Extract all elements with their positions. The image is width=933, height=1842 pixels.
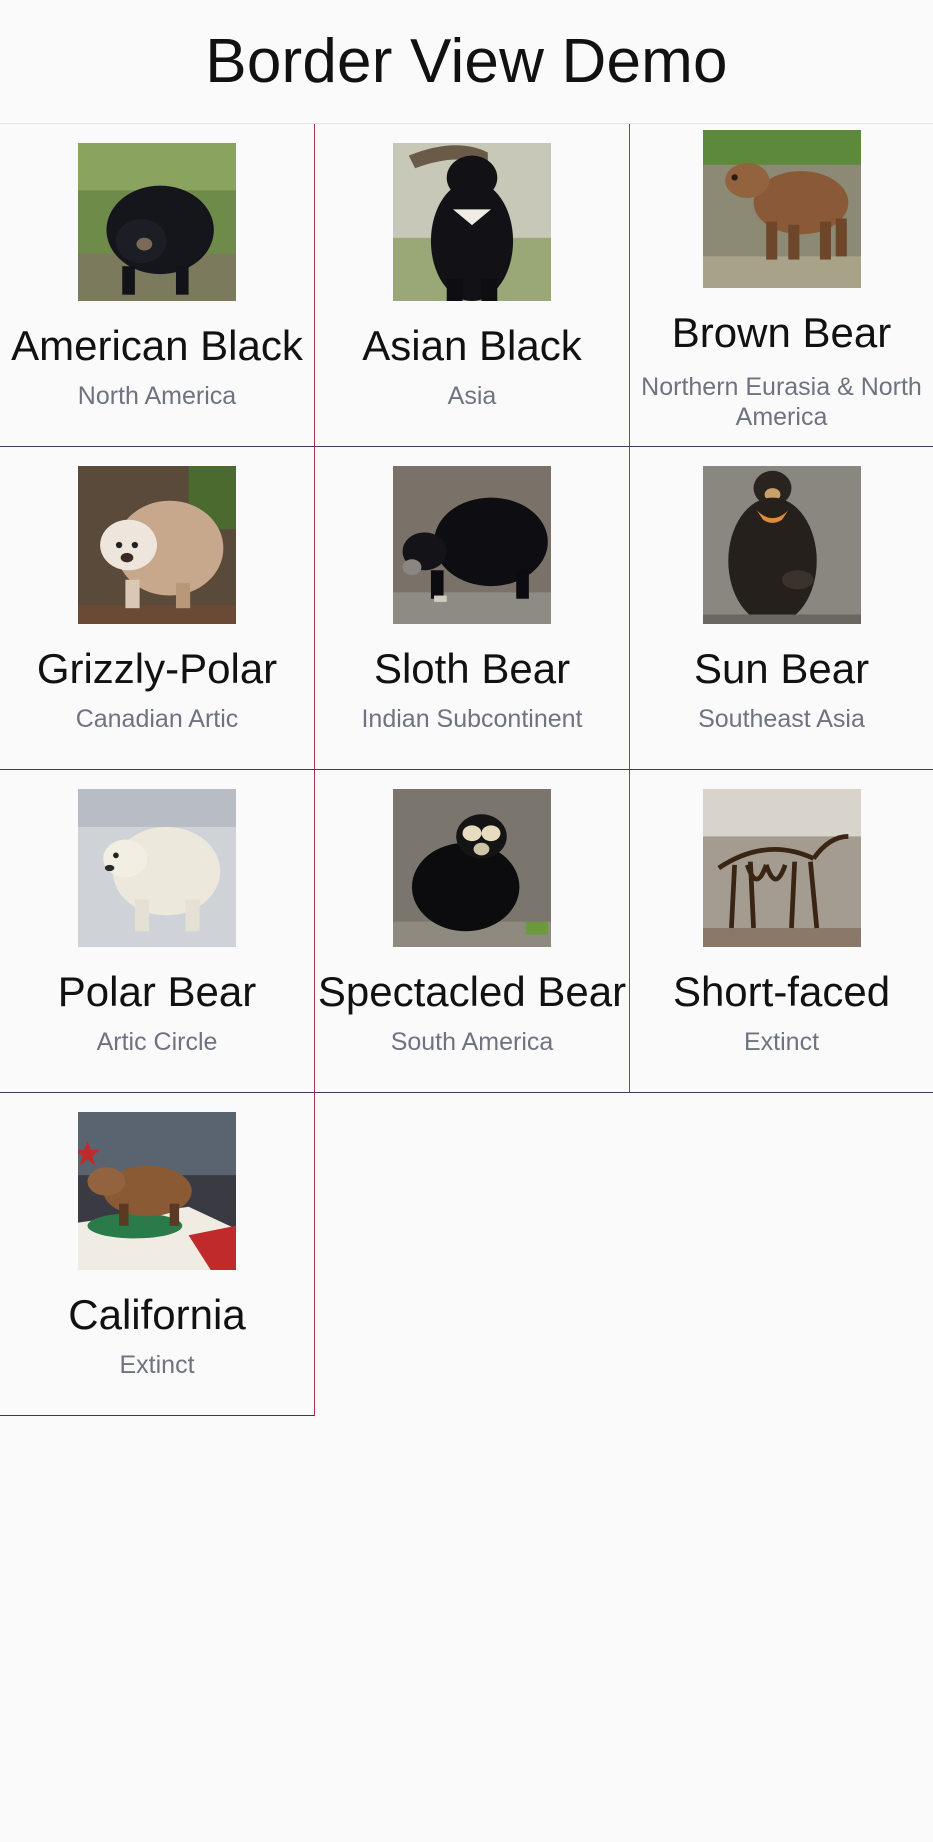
bear-region: Asia [447,382,497,411]
bear-card[interactable]: Asian Black Asia [315,124,630,447]
bear-card[interactable]: American Black North America [0,124,315,447]
app-screen: Border View Demo American Black North Am… [0,0,933,1842]
bear-name: Grizzly-Polar [36,645,278,692]
bear-region: Canadian Artic [75,705,239,734]
bear-region: Artic Circle [96,1028,218,1057]
bear-name: Polar Bear [57,968,257,1015]
bear-name: American Black [11,322,303,369]
bear-name: Asian Black [362,322,582,369]
bear-region: North America [77,382,237,411]
bear-grid: American Black North America Asian Black… [0,124,933,1416]
polar-bear-photo [78,789,236,947]
bear-region: Extinct [119,1351,195,1380]
bear-card[interactable]: Sloth Bear Indian Subcontinent [315,447,630,770]
bear-name: Short-faced [672,968,891,1015]
bear-name: Sun Bear [693,645,870,692]
california-grizzly-exhibit-photo [78,1112,236,1270]
page-title: Border View Demo [205,27,728,96]
bear-card[interactable]: Polar Bear Artic Circle [0,770,315,1093]
bear-region: Indian Subcontinent [361,705,583,734]
bear-region: Northern Eurasia & North America [641,373,922,432]
bear-region: Southeast Asia [698,705,865,734]
bear-card[interactable]: Sun Bear Southeast Asia [630,447,933,770]
spectacled-bear-photo [393,789,551,947]
sun-bear-photo [702,466,861,624]
bear-card[interactable]: California Extinct [0,1093,315,1416]
bear-name: Spectacled Bear [317,968,627,1015]
bear-name: Brown Bear [671,309,892,356]
american-black-bear-photo [78,143,236,301]
asian-black-bear-photo [393,143,551,301]
bear-region: Extinct [743,1028,820,1057]
grizzly-polar-bear-photo [78,466,236,624]
bear-region: South America [390,1028,554,1057]
bear-card[interactable]: Short-faced Extinct [630,770,933,1093]
bear-card[interactable]: Brown Bear Northern Eurasia & North Amer… [630,124,933,447]
short-faced-bear-skeleton-photo [702,789,861,947]
brown-bear-photo [702,130,861,288]
bear-card[interactable]: Spectacled Bear South America [315,770,630,1093]
bear-card[interactable]: Grizzly-Polar Canadian Artic [0,447,315,770]
sloth-bear-photo [393,466,551,624]
bear-name: Sloth Bear [373,645,571,692]
app-header: Border View Demo [0,0,933,124]
bear-name: California [68,1291,246,1338]
